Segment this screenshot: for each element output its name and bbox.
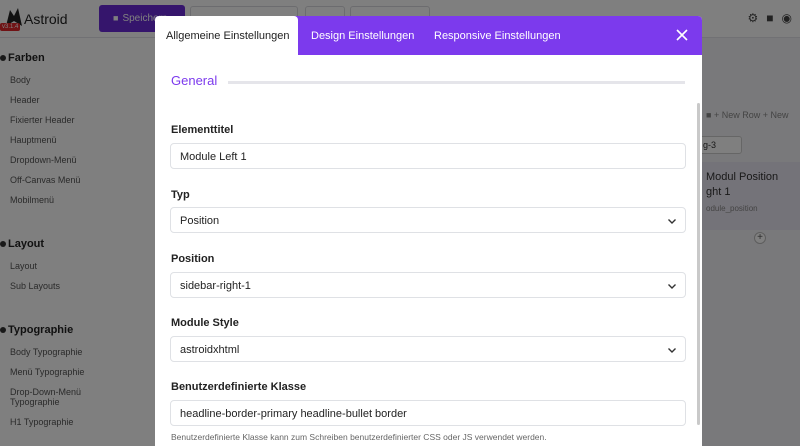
position-select-value: sidebar-right-1 bbox=[180, 280, 251, 292]
tab-responsive-settings[interactable]: Responsive Einstellungen bbox=[434, 16, 561, 55]
group-divider bbox=[228, 81, 685, 84]
module-style-select[interactable]: astroidxhtml bbox=[170, 336, 686, 362]
chevron-down-icon bbox=[668, 219, 676, 224]
position-select[interactable]: sidebar-right-1 bbox=[170, 272, 686, 298]
settings-modal: Allgemeine Einstellungen Design Einstell… bbox=[155, 16, 702, 446]
title-input[interactable]: Module Left 1 bbox=[170, 143, 686, 169]
chevron-down-icon bbox=[668, 284, 676, 289]
tab-design-settings[interactable]: Design Einstellungen bbox=[311, 16, 414, 55]
type-select-value: Position bbox=[180, 215, 220, 227]
custom-class-input[interactable]: headline-border-primary headline-bullet … bbox=[170, 400, 686, 426]
field-label-position: Position bbox=[171, 253, 215, 265]
type-select[interactable]: Position bbox=[170, 207, 686, 233]
field-label-type: Typ bbox=[171, 189, 190, 201]
group-title-general: General bbox=[171, 73, 218, 88]
tab-general-settings[interactable]: Allgemeine Einstellungen bbox=[155, 16, 298, 55]
modal-scrollbar[interactable] bbox=[697, 103, 700, 425]
chevron-down-icon bbox=[668, 348, 676, 353]
custom-class-help-text: Benutzerdefinierte Klasse kann zum Schre… bbox=[171, 432, 547, 442]
close-icon[interactable] bbox=[674, 27, 690, 43]
modal-tab-bar: Allgemeine Einstellungen Design Einstell… bbox=[155, 16, 702, 55]
module-style-select-value: astroidxhtml bbox=[180, 344, 240, 356]
field-label-title: Elementtitel bbox=[171, 124, 234, 136]
field-label-module-style: Module Style bbox=[171, 317, 239, 329]
modal-body: General Elementtitel Module Left 1 Typ P… bbox=[155, 55, 702, 446]
field-label-custom-class: Benutzerdefinierte Klasse bbox=[171, 381, 307, 393]
